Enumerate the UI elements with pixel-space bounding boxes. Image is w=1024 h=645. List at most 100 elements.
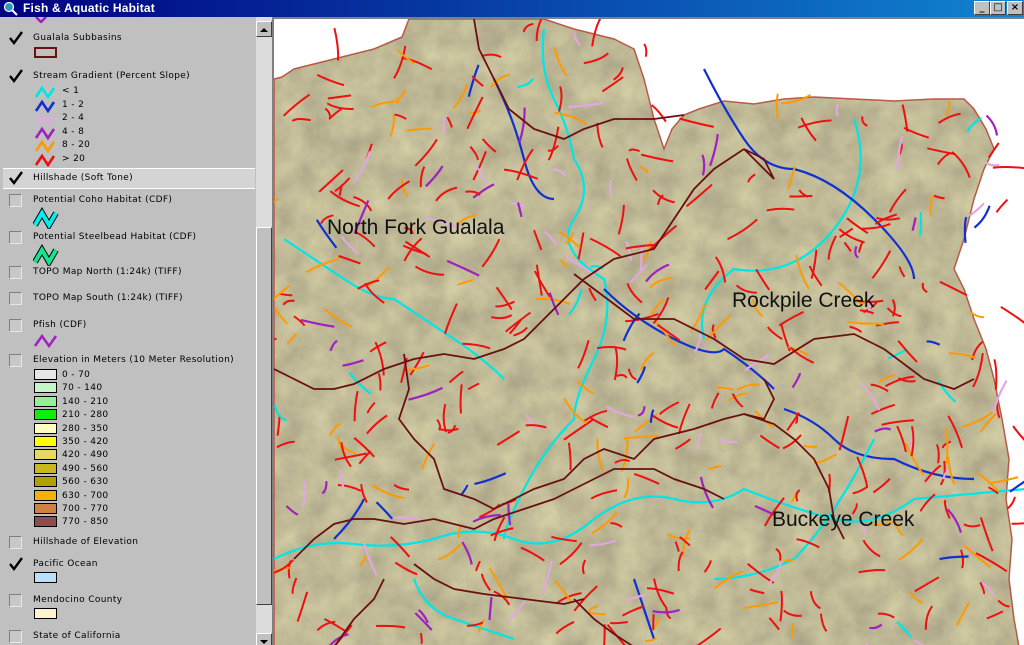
stream-segment [963, 216, 968, 244]
layer-name: TOPO Map South (1:24k) (TIFF) [33, 293, 183, 303]
stream-segment [419, 633, 423, 645]
stream-segment [995, 198, 1009, 213]
steelbead-habitat-symbol [33, 244, 59, 266]
checkmark-icon [9, 171, 23, 185]
arrow-down-icon [260, 640, 268, 644]
stream-segment [864, 322, 885, 326]
stream-segment [984, 161, 1000, 167]
elevation-class-label: 280 - 350 [62, 423, 109, 434]
elevation-class-label: 70 - 140 [62, 383, 103, 394]
stream-segment [1012, 425, 1024, 441]
coho-habitat-symbol [33, 207, 59, 229]
layer-name: Hillshade (Soft Tone) [33, 173, 133, 183]
stream-class-symbol [34, 153, 56, 167]
stream-segment [333, 27, 340, 61]
stream-segment [789, 194, 813, 198]
layer-checkbox[interactable] [9, 31, 23, 45]
toc-scrollbar[interactable] [256, 17, 272, 645]
elevation-class-swatch [34, 516, 57, 528]
layer-name: Mendocino County [33, 595, 123, 605]
layer-checkbox[interactable] [9, 594, 22, 607]
stream-symbol-icon [35, 17, 47, 23]
layer-name: State of California [33, 631, 121, 641]
layer-checkbox[interactable] [9, 319, 22, 332]
elevation-class-swatch [34, 382, 57, 394]
elevation-class-label: 560 - 630 [62, 477, 109, 488]
stream-class-symbol [34, 126, 56, 140]
stream-segment [918, 211, 923, 236]
globe-search-icon [3, 1, 18, 16]
layer-checkbox[interactable] [9, 292, 22, 305]
elevation-class-label: 420 - 490 [62, 450, 109, 461]
elevation-class-swatch [34, 489, 57, 501]
elevation-class-swatch [34, 369, 57, 380]
stream-segment [459, 384, 463, 414]
layer-name: Gualala Subbasins [33, 33, 122, 43]
elevation-class-swatch [34, 476, 57, 488]
window-title: Fish & Aquatic Habitat [23, 1, 155, 15]
stream-segment [1011, 522, 1024, 525]
elevation-class-label: 770 - 850 [62, 517, 109, 528]
stream-class-label: 1 - 2 [62, 99, 85, 110]
elevation-class-label: 350 - 420 [62, 437, 109, 447]
layer-name: Hillshade of Elevation [33, 537, 139, 547]
layer-checkbox[interactable] [9, 231, 22, 244]
stream-class-symbol [34, 85, 56, 99]
stream-class-label: 2 - 4 [62, 113, 85, 123]
table-of-contents-panel: Gualala Subbasins Stream Gradient (Perce… [0, 17, 258, 645]
checkmark-icon [9, 69, 23, 83]
app-window: Fish & Aquatic Habitat _ □ × Gualala Sub… [0, 0, 1024, 645]
stream-segment [1000, 305, 1024, 324]
layer-name: Potential Steelbead Habitat (CDF) [33, 232, 197, 242]
elevation-class-swatch [34, 462, 57, 474]
stream-class-label: > 20 [62, 153, 86, 164]
layer-checkbox[interactable] [9, 630, 22, 643]
maximize-button[interactable]: □ [990, 1, 1006, 15]
label-north-fork-gualala: North Fork Gualala [327, 216, 505, 239]
map-canvas[interactable] [274, 19, 1024, 645]
elevation-class-swatch [34, 422, 57, 434]
layer-name: Potential Coho Habitat (CDF) [33, 195, 173, 205]
layer-checkbox[interactable] [9, 536, 22, 549]
stream-segment [639, 244, 643, 273]
layer-name: Elevation in Meters (10 Meter Resolution… [33, 355, 234, 365]
arrow-up-icon [260, 28, 268, 32]
scroll-thumb[interactable] [256, 227, 272, 605]
layer-checkbox[interactable] [9, 266, 22, 279]
layer-name: Stream Gradient (Percent Slope) [33, 71, 191, 81]
map-view[interactable]: North Fork Gualala Rockpile Creek Buckey… [272, 17, 1024, 645]
layer-name: Pfish (CDF) [33, 320, 87, 330]
stream-segment [442, 115, 446, 135]
ocean-swatch [34, 572, 57, 583]
title-bar[interactable]: Fish & Aquatic Habitat _ □ × [0, 0, 1024, 17]
label-buckeye-creek: Buckeye Creek [772, 508, 915, 531]
close-button[interactable]: × [1007, 1, 1023, 15]
layer-name: Pacific Ocean [33, 559, 98, 569]
elevation-class-label: 490 - 560 [62, 463, 109, 474]
elevation-class-swatch [34, 449, 57, 461]
elevation-class-swatch [34, 395, 57, 407]
elevation-class-label: 0 - 70 [62, 370, 91, 380]
elevation-class-label: 630 - 700 [62, 490, 109, 501]
elevation-class-swatch [34, 503, 57, 514]
layer-checkbox[interactable] [9, 354, 22, 367]
layer-checkbox[interactable] [9, 171, 23, 185]
stream-class-symbol [34, 99, 56, 113]
stream-segment [610, 621, 628, 625]
scroll-down-button[interactable] [256, 633, 272, 645]
elevation-class-swatch [34, 409, 57, 421]
elevation-class-label: 700 - 770 [62, 504, 109, 514]
stream-segment [992, 166, 1024, 170]
minimize-button[interactable]: _ [974, 1, 990, 15]
county-swatch [34, 608, 57, 619]
layer-checkbox[interactable] [9, 557, 23, 571]
scroll-up-button[interactable] [256, 21, 272, 37]
stream-class-symbol [34, 112, 56, 126]
checkmark-icon [9, 557, 23, 571]
layer-checkbox[interactable] [9, 69, 23, 83]
label-rockpile-creek: Rockpile Creek [732, 289, 875, 312]
stream-segment [1006, 496, 1016, 510]
elevation-class-label: 140 - 210 [62, 396, 109, 407]
layer-checkbox[interactable] [9, 194, 22, 207]
elevation-class-label: 210 - 280 [62, 410, 109, 421]
